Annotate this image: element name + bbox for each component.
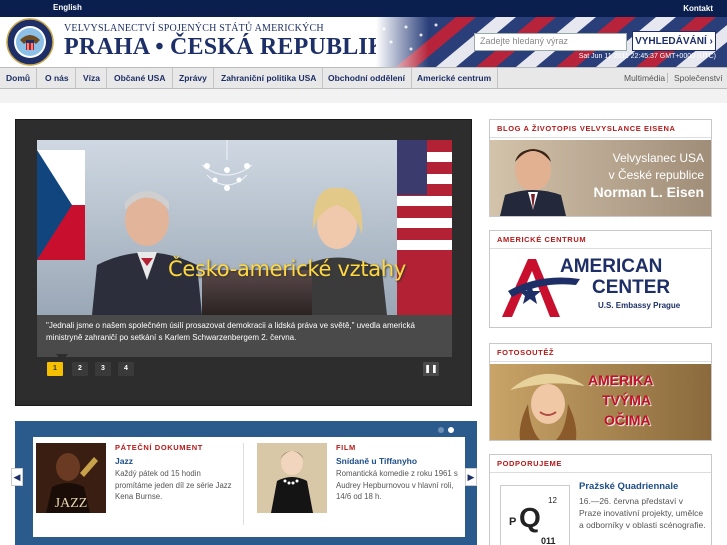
pq-letter-p: P — [509, 516, 517, 528]
sidebar-support-box: PODPORUJEME P Q 12 011 Pražské Quadrienn… — [489, 454, 712, 545]
nav-item-about[interactable]: O nás — [39, 68, 76, 88]
sub-bar — [0, 89, 727, 103]
sidebar-support-heading[interactable]: PODPORUJEME — [490, 455, 711, 473]
nav-item-commercial[interactable]: Obchodní oddělení — [322, 68, 412, 88]
sidebar-photo-heading[interactable]: FOTOSOUTĚŽ — [490, 344, 711, 362]
photo-line-1: AMERIKA — [588, 372, 654, 388]
search-input[interactable]: Zadejte hledaný výraz — [474, 33, 627, 51]
eisen-line-2: v České republice — [608, 168, 704, 182]
carousel-pagination — [438, 424, 458, 436]
nav-item-home[interactable]: Domů — [0, 68, 38, 88]
nav-item-news[interactable]: Zprávy — [173, 68, 214, 88]
embassy-seal-icon[interactable] — [6, 18, 54, 66]
photo-line-2: TVÝMA — [602, 392, 651, 408]
support-text: 16.—26. června představí v Praze inovati… — [579, 496, 706, 530]
chevron-right-icon[interactable]: ▶ — [465, 468, 477, 486]
slide-caret — [56, 354, 68, 361]
language-link[interactable]: English — [53, 3, 82, 12]
embassy-line: VELVYSLANECTVÍ SPOJENÝCH STÁTŮ AMERICKÝC… — [64, 23, 324, 34]
eisen-line-3: Norman L. Eisen — [593, 184, 704, 200]
pq-letter-q: Q — [519, 502, 541, 533]
card-divider — [243, 443, 244, 525]
jazz-thumbnail[interactable]: JAZZ — [36, 443, 106, 513]
ambassador-banner[interactable]: Velvyslanec USA v České republice Norman… — [490, 140, 711, 216]
feature-carousel: ◀ ▶ JAZZ PÁTEČNÍ DOKUMENT Jazz Každý pát… — [11, 421, 477, 545]
pq-logo[interactable]: P Q 12 011 — [500, 485, 570, 545]
card-text-jazz: Každý pátek od 15 hodin promítáme jeden … — [115, 469, 232, 501]
pause-icon[interactable]: ❚❚ — [423, 362, 439, 376]
american-center-logo[interactable]: AMERICAN CENTER U.S. Embassy Prague — [490, 251, 711, 327]
center-line-2: CENTER — [592, 277, 671, 298]
slide-dot-4[interactable]: 4 — [118, 362, 134, 376]
card-kicker-film: FILM — [336, 443, 356, 452]
embassy-title[interactable]: PRAHA • ČESKÁ REPUBLIKA — [64, 34, 404, 61]
sidebar-blog-box: BLOG A ŽIVOTOPIS VELVYSLANCE EISENA Velv… — [489, 119, 712, 217]
eisen-line-1: Velvyslanec USA — [612, 151, 704, 165]
sidebar-blog-heading[interactable]: BLOG A ŽIVOTOPIS VELVYSLANCE EISENA — [490, 120, 711, 138]
contact-link[interactable]: Kontakt — [683, 4, 713, 13]
pq-number-011: 011 — [541, 536, 556, 545]
nav-item-multimedia[interactable]: Multimédia — [624, 68, 665, 88]
site-header: VELVYSLANECTVÍ SPOJENÝCH STÁTŮ AMERICKÝC… — [0, 17, 727, 67]
nav-item-community[interactable]: Společenství — [674, 68, 723, 88]
nav-item-visas[interactable]: Víza — [77, 68, 108, 88]
chevron-left-icon[interactable]: ◀ — [11, 468, 23, 486]
slide-dot-1[interactable]: 1 — [47, 362, 63, 376]
nav-item-us-citizens[interactable]: Občané USA — [108, 68, 173, 88]
card-kicker-friday: PÁTEČNÍ DOKUMENT — [115, 443, 203, 452]
pq-number-12: 12 — [548, 496, 557, 505]
slide-caption: "Jednali jsme o našem společném úsilí pr… — [37, 315, 452, 357]
photo-line-3: OČIMA — [604, 412, 651, 428]
card-title-tiffany[interactable]: Snídaně u Tiffanyho — [336, 456, 417, 466]
slideshow: Česko-americké vztahy "Jednali jsme o na… — [15, 119, 472, 406]
tiffany-thumbnail[interactable] — [257, 443, 327, 513]
card-title-jazz[interactable]: Jazz — [115, 456, 133, 466]
center-line-3: U.S. Embassy Prague — [598, 301, 681, 310]
search-button[interactable]: VYHLEDÁVÁNÍ › — [632, 31, 716, 51]
sidebar-center-box: AMERICKÉ CENTRUM AMERICAN CENTER U.S. Em… — [489, 230, 712, 328]
carousel-dot-2[interactable] — [448, 427, 454, 433]
sidebar-center-heading[interactable]: AMERICKÉ CENTRUM — [490, 231, 711, 249]
card-text-tiffany: Romantická komedie z roku 1961 s Audrey … — [336, 469, 458, 501]
slide-title[interactable]: Česko-americké vztahy — [168, 257, 406, 281]
main-nav: Domů O nás Víza Občané USA Zprávy Zahran… — [0, 67, 727, 89]
slide-dot-3[interactable]: 3 — [95, 362, 111, 376]
support-title[interactable]: Pražské Quadriennale — [579, 481, 678, 492]
sidebar-photo-box: FOTOSOUTĚŽ AMERIKA TVÝMA OČIMA — [489, 343, 712, 441]
nav-item-foreign-policy[interactable]: Zahraniční politika USA — [215, 68, 324, 88]
nav-item-american-center[interactable]: Americké centrum — [411, 68, 499, 88]
slide-photo[interactable] — [37, 140, 452, 315]
center-line-1: AMERICAN — [560, 256, 663, 277]
thumb-jazz-word: JAZZ — [55, 496, 88, 511]
nav-separator — [667, 73, 668, 83]
photo-contest-banner[interactable]: AMERIKA TVÝMA OČIMA — [490, 364, 711, 440]
carousel-content: JAZZ PÁTEČNÍ DOKUMENT Jazz Každý pátek o… — [33, 437, 465, 537]
slide-dot-2[interactable]: 2 — [72, 362, 88, 376]
carousel-dot-1[interactable] — [438, 427, 444, 433]
top-bar: English Kontakt — [0, 0, 727, 17]
datetime-display: Sat Jun 11 2011 22:45:37 GMT+0000 (UTC) — [578, 53, 716, 60]
